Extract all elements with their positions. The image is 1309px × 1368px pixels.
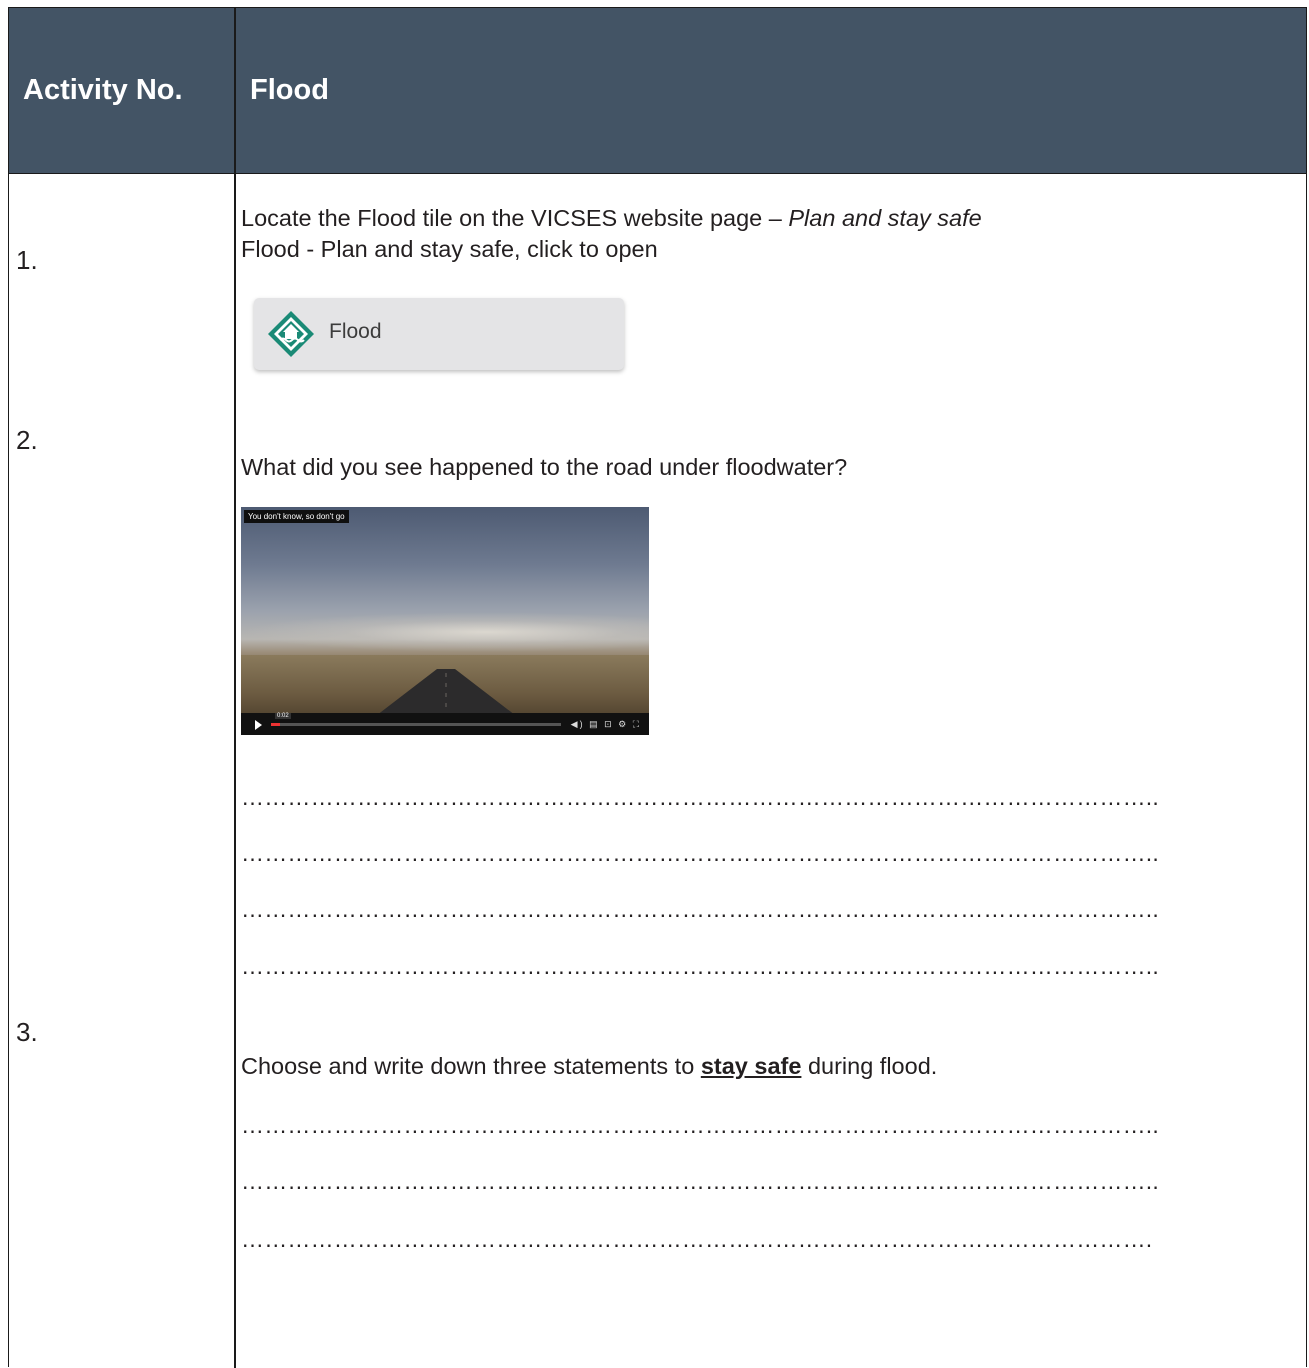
activity-3-prefix: Choose and write down three statements t… — [241, 1053, 701, 1079]
header-topic: Flood — [250, 74, 329, 106]
activity-3-instruction: Choose and write down three statements t… — [241, 1051, 937, 1082]
activity-1-subtext: Flood - Plan and stay safe, click to ope… — [241, 236, 658, 262]
video-time: 0:02 — [275, 713, 291, 719]
answer-line-3c[interactable]: ………………………………………………………………………………………………………. — [241, 1226, 1152, 1253]
play-icon[interactable] — [255, 720, 262, 730]
header-activity-no: Activity No. — [23, 74, 183, 106]
answer-line-2c[interactable]: ……………………………………………………………………………………………………….… — [241, 896, 1159, 923]
video-settings-icons[interactable]: ◀) ▤ ⊡ ⚙ ⛶ — [571, 719, 641, 730]
plan-stay-safe-link-text: Plan and stay safe — [788, 205, 982, 231]
column-divider — [234, 8, 236, 1368]
video-road — [351, 669, 541, 735]
flood-tile[interactable]: Flood — [254, 298, 624, 370]
activity-number-2: 2. — [16, 425, 38, 455]
activity-number-1: 1. — [16, 245, 38, 275]
flood-video-player[interactable]: You don't know, so don't go 0:02 ◀) ▤ ⊡ … — [241, 507, 649, 735]
activity-2-question: What did you see happened to the road un… — [241, 454, 848, 480]
video-progress-fill — [271, 723, 280, 726]
answer-line-3b[interactable]: ……………………………………………………………………………………………………….… — [241, 1168, 1159, 1195]
answer-line-3a[interactable]: ……………………………………………………………………………………………………….… — [241, 1112, 1159, 1139]
answer-line-2b[interactable]: ……………………………………………………………………………………………………….… — [241, 840, 1159, 867]
activity-number-3: 3. — [16, 1017, 38, 1047]
video-progress-bar[interactable] — [271, 723, 561, 726]
video-controls: 0:02 ◀) ▤ ⊡ ⚙ ⛶ — [241, 713, 649, 735]
activity-1-instruction: Locate the Flood tile on the VICSES webs… — [241, 203, 982, 234]
video-caption: You don't know, so don't go — [244, 510, 349, 523]
table-header: Activity No. Flood — [9, 8, 1306, 174]
answer-line-2a[interactable]: ……………………………………………………………………………………………………….… — [241, 784, 1159, 811]
flood-tile-label: Flood — [329, 320, 382, 343]
activity-3-suffix: during flood. — [801, 1053, 938, 1079]
answer-line-2d[interactable]: ……………………………………………………………………………………………………….… — [241, 953, 1159, 980]
activity-1-instruction-text: Locate the Flood tile on the VICSES webs… — [241, 205, 789, 231]
flood-house-icon — [268, 311, 314, 357]
stay-safe-emphasis: stay safe — [700, 1053, 802, 1079]
